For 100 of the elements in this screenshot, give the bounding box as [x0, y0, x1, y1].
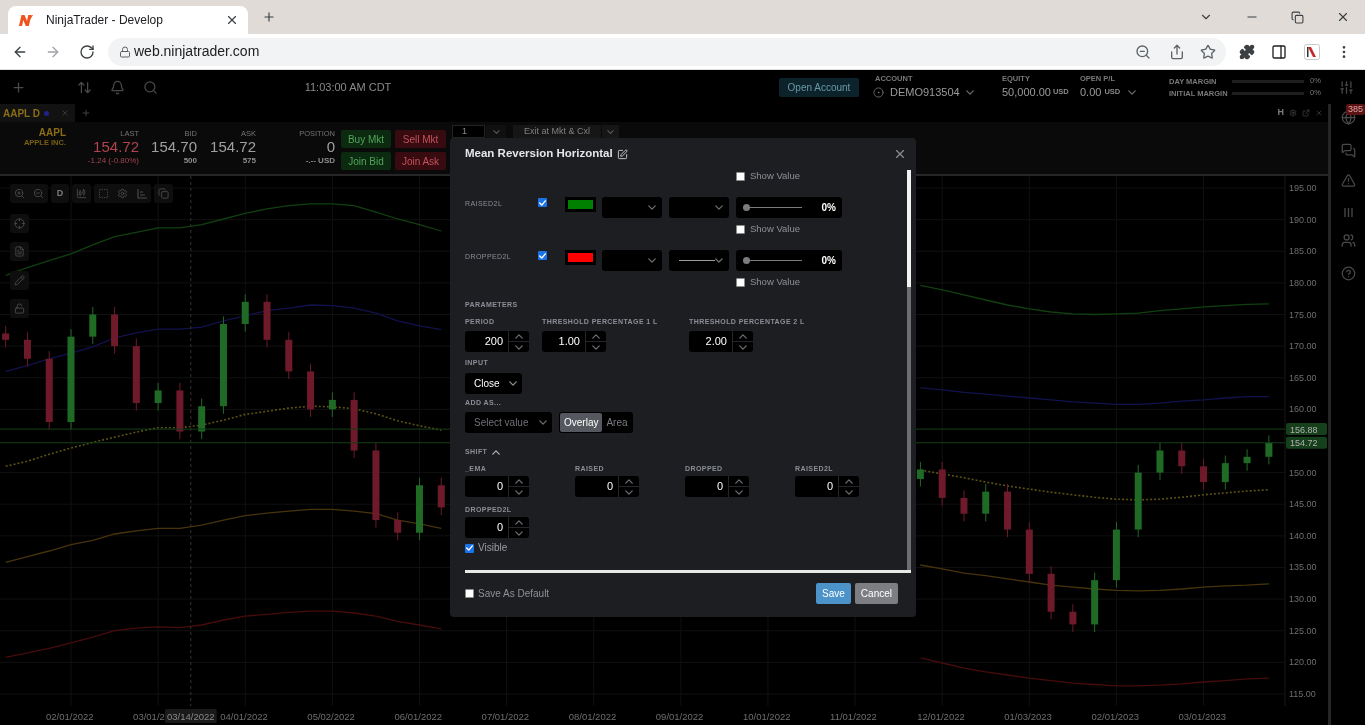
step-down-icon[interactable] [592, 344, 600, 350]
zoom-icon[interactable] [1135, 43, 1151, 60]
browser-tab[interactable]: NinjaTrader - Develop [8, 6, 248, 34]
number-field[interactable]: 0 [685, 476, 749, 497]
line-style-dropdown[interactable] [669, 250, 729, 271]
number-field[interactable]: 1.00 [542, 331, 606, 352]
save-button[interactable]: Save [816, 583, 851, 604]
step-up-icon[interactable] [739, 333, 747, 339]
scrollbar[interactable] [465, 570, 911, 573]
close-window-icon[interactable] [1336, 10, 1350, 24]
step-up-icon[interactable] [515, 478, 523, 484]
slider-thumb[interactable] [743, 257, 750, 264]
step-down-icon[interactable] [515, 530, 523, 536]
add-icon[interactable] [11, 79, 26, 95]
checkbox[interactable] [736, 277, 745, 287]
buy-button[interactable]: Join Bid [341, 152, 391, 170]
axis-label: 130.00 [1289, 594, 1317, 605]
toggle-option[interactable]: Overlay [560, 413, 603, 432]
step-down-icon[interactable] [735, 489, 743, 495]
step-up-icon[interactable] [515, 333, 523, 339]
close-icon[interactable] [893, 147, 907, 161]
edit-icon[interactable] [616, 148, 628, 160]
crosshair-button[interactable] [10, 214, 29, 233]
chevron-down-icon [492, 129, 500, 134]
slider-thumb[interactable] [743, 204, 750, 211]
step-up-icon[interactable] [515, 519, 523, 525]
account-value[interactable]: DEMO913504 [890, 83, 960, 101]
exit-button[interactable]: Exit at Mkt & Cxl [513, 125, 601, 138]
new-tab-icon[interactable] [262, 10, 276, 24]
period-button[interactable]: D [51, 184, 69, 203]
help-icon[interactable] [1340, 266, 1356, 281]
chevron-down-icon[interactable] [1128, 89, 1137, 95]
checkbox[interactable] [465, 543, 474, 553]
share-icon[interactable] [1169, 43, 1185, 60]
bell-icon[interactable] [110, 79, 125, 95]
people-icon[interactable] [1340, 233, 1356, 248]
sliders-icon[interactable] [1339, 79, 1354, 95]
chart-tab[interactable]: AAPL D [0, 104, 75, 122]
open-pl-value: 0.00 [1080, 84, 1102, 100]
checkbox[interactable] [465, 589, 474, 598]
toggle-option[interactable]: Area [602, 413, 632, 432]
crosshair-date-label: 03/14/2022 [164, 709, 217, 723]
number-field[interactable]: 200 [465, 331, 529, 352]
checkbox[interactable] [736, 171, 745, 181]
crosshair-icon[interactable] [14, 218, 25, 229]
axis-label: 03/01/2023 [1178, 710, 1227, 722]
account-icon[interactable] [873, 86, 884, 98]
panel-tool[interactable]: H [1277, 106, 1284, 120]
profile-icon[interactable] [1304, 43, 1320, 60]
step-up-icon[interactable] [625, 478, 633, 484]
columns-icon[interactable] [1343, 208, 1353, 217]
checkbox-label: Show Value [750, 171, 800, 181]
restore-icon[interactable] [1291, 10, 1304, 24]
candle [307, 363, 315, 418]
side-panel-icon[interactable] [1271, 43, 1287, 60]
step-down-icon[interactable] [515, 489, 523, 495]
step-up-icon[interactable] [845, 478, 853, 484]
checkbox[interactable] [736, 224, 745, 234]
sell-button[interactable]: Sell Mkt [395, 130, 446, 148]
quote-value: 154.72 [210, 138, 256, 156]
warning-icon[interactable] [1340, 173, 1356, 188]
close-tab-icon[interactable] [225, 13, 239, 27]
candle [328, 391, 336, 418]
number-field[interactable]: 2.00 [689, 331, 753, 352]
extensions-icon[interactable] [1239, 43, 1255, 60]
number-field[interactable]: 0 [465, 476, 529, 497]
slider-track[interactable] [743, 204, 802, 211]
select-field[interactable]: Select value [465, 412, 552, 433]
axis-label: 09/01/2022 [655, 710, 704, 722]
number-field[interactable]: 0 [575, 476, 639, 497]
address-bar[interactable]: web.ninjatrader.com [108, 37, 1226, 66]
step-down-icon[interactable] [739, 344, 747, 350]
quantity-field[interactable]: 1 [452, 125, 485, 138]
quote-value: 154.70 [151, 138, 197, 156]
step-down-icon[interactable] [845, 489, 853, 495]
number-field[interactable]: 0 [465, 517, 529, 538]
axis-label: 02/01/2022 [46, 710, 94, 722]
scrollbar[interactable] [907, 170, 911, 570]
search-icon[interactable] [143, 79, 158, 95]
axis-label: 115.00 [1289, 689, 1316, 699]
number-field[interactable]: 0 [795, 476, 859, 497]
sell-button[interactable]: Join Ask [395, 152, 446, 170]
bookmark-star-icon[interactable] [1200, 43, 1216, 60]
reload-icon[interactable] [79, 43, 95, 60]
input-dropdown[interactable]: Close [465, 373, 522, 394]
candle [89, 306, 97, 345]
step-down-icon[interactable] [515, 344, 523, 350]
step-down-icon[interactable] [625, 489, 633, 495]
cancel-button[interactable]: Cancel [854, 583, 898, 604]
transfer-icon[interactable] [77, 79, 92, 95]
step-up-icon[interactable] [735, 478, 743, 484]
step-up-icon[interactable] [592, 333, 600, 339]
buy-button[interactable]: Buy Mkt [341, 130, 391, 148]
chevron-down-icon[interactable] [965, 89, 974, 95]
open-account-button[interactable]: Open Account [779, 77, 859, 97]
quote-detail: -.-- USD [305, 156, 335, 166]
chat-icon[interactable] [1340, 143, 1356, 158]
slider-track[interactable] [743, 257, 802, 264]
axis-label: 170.00 [1289, 341, 1317, 352]
exit-menu[interactable] [602, 125, 619, 138]
